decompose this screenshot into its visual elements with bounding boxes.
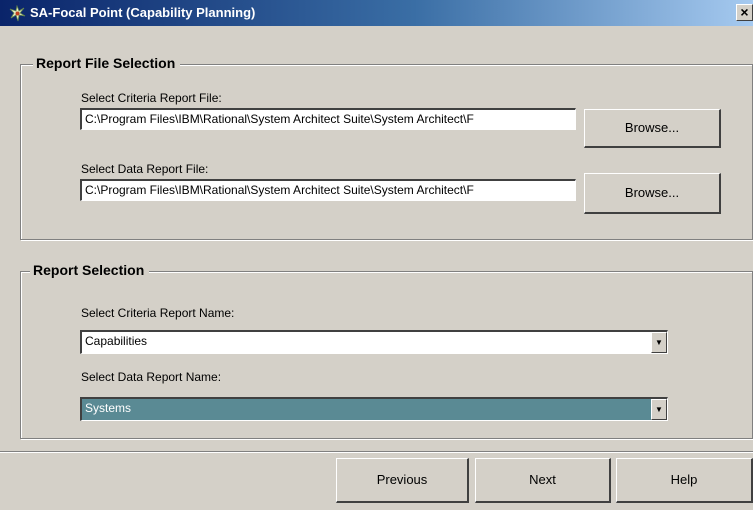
footer-divider <box>0 451 753 453</box>
chevron-down-icon[interactable]: ▼ <box>651 399 667 420</box>
help-button[interactable]: Help <box>616 458 753 503</box>
data-report-name-label: Select Data Report Name: <box>81 370 222 384</box>
title-bar[interactable]: SA-Focal Point (Capability Planning) × <box>0 0 753 26</box>
criteria-report-name-value: Capabilities <box>85 334 148 348</box>
criteria-report-file-input[interactable]: C:\Program Files\IBM\Rational\System Arc… <box>80 108 576 130</box>
report-file-selection-legend: Report File Selection <box>33 55 181 71</box>
chevron-down-icon[interactable]: ▼ <box>651 332 667 353</box>
previous-button[interactable]: Previous <box>336 458 469 503</box>
data-browse-button[interactable]: Browse... <box>584 173 721 214</box>
criteria-report-name-label: Select Criteria Report Name: <box>81 306 235 320</box>
data-report-file-input[interactable]: C:\Program Files\IBM\Rational\System Arc… <box>80 179 576 201</box>
close-button[interactable]: × <box>736 4 753 21</box>
close-icon: × <box>740 4 749 20</box>
data-report-file-label: Select Data Report File: <box>81 162 209 176</box>
criteria-report-name-select[interactable]: Capabilities ▼ <box>80 330 668 354</box>
data-report-name-value: Systems <box>85 401 132 415</box>
criteria-report-file-label: Select Criteria Report File: <box>81 91 222 105</box>
window-title: SA-Focal Point (Capability Planning) <box>30 5 256 20</box>
report-selection-legend: Report Selection <box>30 262 150 278</box>
dialog-window: SA-Focal Point (Capability Planning) × R… <box>0 0 753 510</box>
next-button[interactable]: Next <box>475 458 611 503</box>
app-icon <box>9 5 26 22</box>
data-report-name-select[interactable]: Systems ▼ <box>80 397 668 421</box>
criteria-browse-button[interactable]: Browse... <box>584 109 721 148</box>
